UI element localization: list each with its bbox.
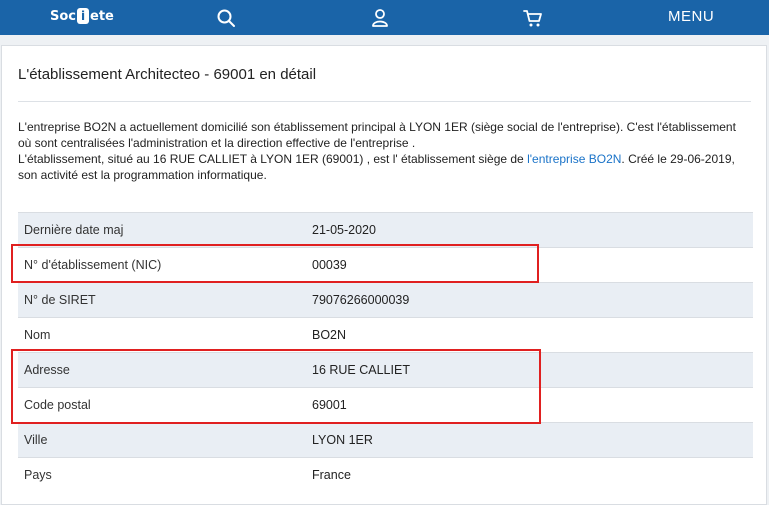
highlight-box-nic	[11, 244, 539, 283]
title-divider	[18, 101, 751, 102]
intro-paragraph-1: L'entreprise BO2N a actuellement domicil…	[18, 120, 736, 150]
intro-p2-text-before: L'établissement, situé au 16 RUE CALLIET…	[18, 152, 528, 166]
detail-value: LYON 1ER	[312, 433, 373, 447]
detail-label: N° de SIRET	[24, 293, 96, 307]
search-icon[interactable]	[216, 8, 236, 28]
site-logo[interactable]: Soc i ete	[50, 7, 114, 27]
highlight-box-address	[11, 349, 541, 424]
detail-value: 79076266000039	[312, 293, 410, 307]
details-row-siret: N° de SIRET 79076266000039	[18, 282, 753, 317]
details-row-name: Nom BO2N	[18, 317, 753, 352]
details-row-country: Pays France	[18, 457, 753, 492]
detail-value: BO2N	[312, 328, 347, 342]
intro-text: L'entreprise BO2N a actuellement domicil…	[18, 119, 748, 183]
menu-button[interactable]: MENU	[668, 8, 714, 26]
details-row-city: Ville LYON 1ER	[18, 422, 753, 457]
detail-label: Pays	[24, 468, 52, 482]
logo-text-start: Soc	[50, 9, 76, 24]
detail-value: France	[312, 468, 351, 482]
details-row-last-update: Dernière date maj 21-05-2020	[18, 212, 753, 247]
detail-label: Ville	[24, 433, 48, 447]
top-nav-bar: Soc i ete MENU	[0, 0, 769, 35]
company-link[interactable]: l'entreprise BO2N	[527, 152, 621, 166]
detail-label: Dernière date maj	[24, 223, 124, 237]
detail-value: 21-05-2020	[312, 223, 376, 237]
detail-label: Nom	[24, 328, 51, 342]
logo-i-badge: i	[77, 8, 89, 24]
logo-text-end: ete	[90, 9, 114, 24]
page-title: L'établissement Architecteo - 69001 en d…	[18, 66, 317, 83]
cart-icon[interactable]	[523, 8, 543, 28]
user-icon[interactable]	[370, 8, 390, 28]
intro-paragraph-2: L'établissement, situé au 16 RUE CALLIET…	[18, 151, 748, 183]
